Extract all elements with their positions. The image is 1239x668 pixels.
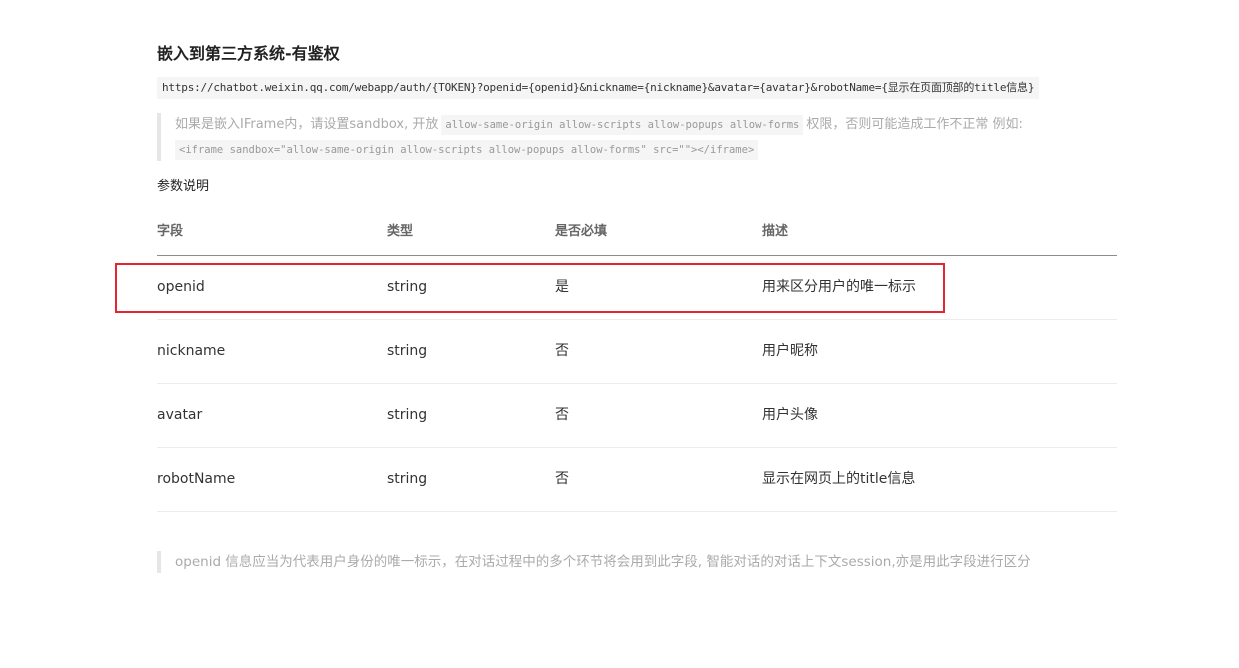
header-required: 是否必填 xyxy=(555,224,608,239)
section-title: 嵌入到第三方系统-有鉴权 xyxy=(157,44,340,63)
cell-type: string xyxy=(387,343,428,359)
table-row: nickname string 否 用户昵称 xyxy=(157,320,1117,384)
cell-description: 用户昵称 xyxy=(762,343,818,359)
sandbox-permissions-code: allow-same-origin allow-scripts allow-po… xyxy=(441,115,804,135)
cell-field: avatar xyxy=(157,407,203,423)
cell-field: robotName xyxy=(157,471,236,487)
cell-type: string xyxy=(387,407,428,423)
table-row: avatar string 否 用户头像 xyxy=(157,384,1117,448)
header-field: 字段 xyxy=(157,224,184,239)
cell-type: string xyxy=(387,471,428,487)
header-description: 描述 xyxy=(762,224,789,239)
table-header: 字段 类型 是否必填 描述 xyxy=(157,210,1117,256)
cell-field: openid xyxy=(157,279,205,295)
iframe-example-code: <iframe sandbox="allow-same-origin allow… xyxy=(175,140,759,160)
openid-note: openid 信息应当为代表用户身份的唯一标示，在对话过程中的多个环节将会用到此… xyxy=(157,551,1101,573)
cell-description: 显示在网页上的title信息 xyxy=(762,471,916,487)
iframe-note-prefix: 如果是嵌入IFrame内，请设置sandbox, 开放 xyxy=(175,117,439,132)
iframe-note-text: 如果是嵌入IFrame内，请设置sandbox, 开放 allow-same-or… xyxy=(175,115,1023,135)
cell-field: nickname xyxy=(157,343,226,359)
cell-required: 否 xyxy=(555,471,569,487)
params-table: 字段 类型 是否必填 描述 openid string 是 用来区分用户的唯一标… xyxy=(157,210,1117,512)
iframe-note: 如果是嵌入IFrame内，请设置sandbox, 开放 allow-same-or… xyxy=(157,113,1111,161)
cell-required: 否 xyxy=(555,407,569,423)
table-row: robotName string 否 显示在网页上的title信息 xyxy=(157,448,1117,512)
table-row: openid string 是 用来区分用户的唯一标示 xyxy=(157,256,1117,320)
params-title: 参数说明 xyxy=(157,179,210,194)
openid-note-text: openid 信息应当为代表用户身份的唯一标示，在对话过程中的多个环节将会用到此… xyxy=(175,554,1031,570)
header-type: 类型 xyxy=(387,224,414,239)
cell-required: 是 xyxy=(555,279,569,295)
iframe-note-suffix: 权限，否则可能造成工作不正常 例如: xyxy=(806,117,1023,132)
auth-url-code: https://chatbot.weixin.qq.com/webapp/aut… xyxy=(157,77,1040,99)
cell-type: string xyxy=(387,279,428,295)
cell-description: 用户头像 xyxy=(762,407,818,423)
cell-required: 否 xyxy=(555,343,569,359)
cell-description: 用来区分用户的唯一标示 xyxy=(762,279,916,295)
